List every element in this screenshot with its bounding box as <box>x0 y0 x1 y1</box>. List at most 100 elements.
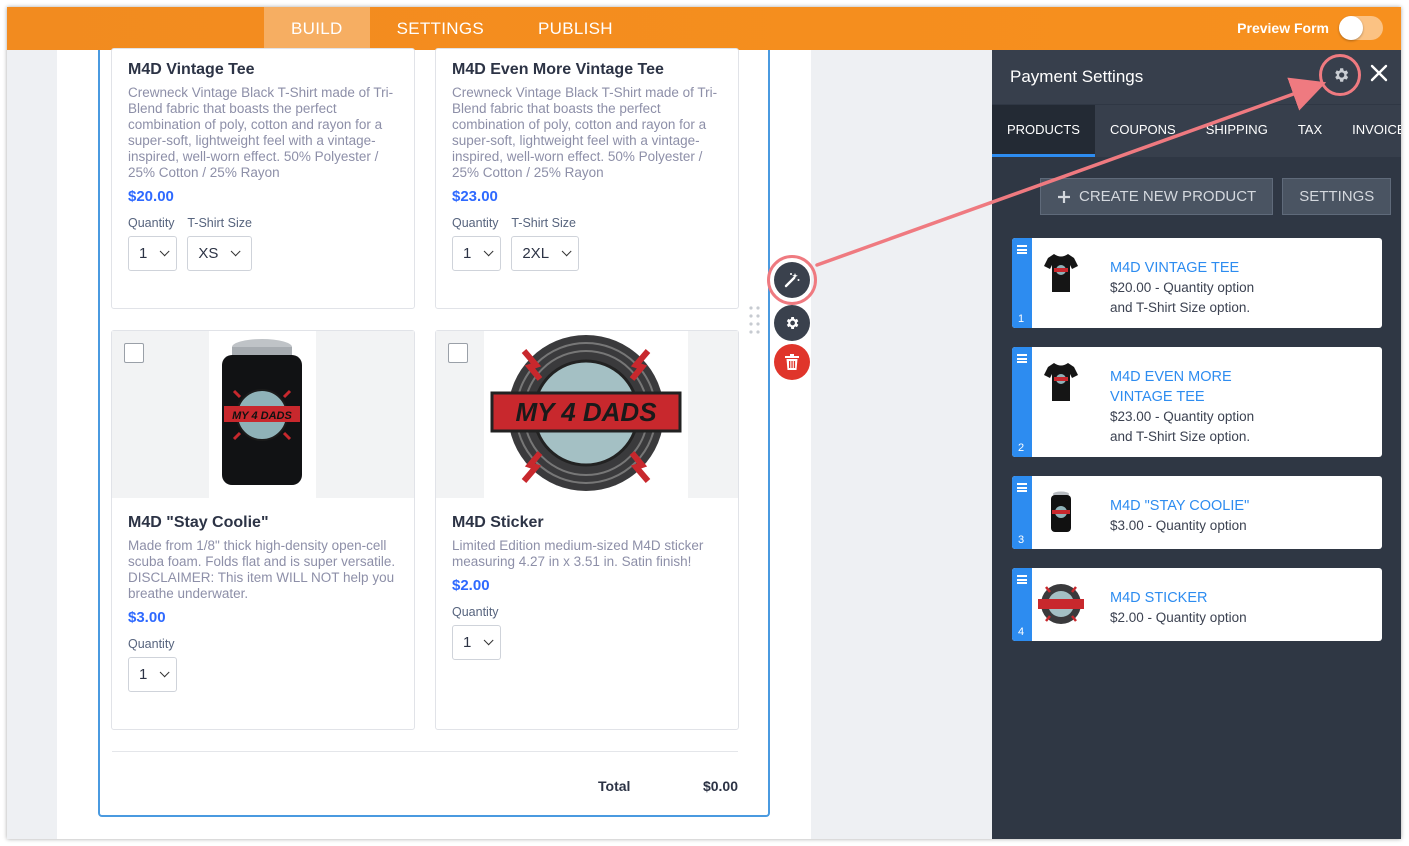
item-number: 1 <box>1018 313 1025 325</box>
quantity-label: Quantity <box>452 216 499 230</box>
preview-form-toggle[interactable] <box>1339 16 1383 40</box>
quantity-option: Quantity 1 <box>452 216 502 271</box>
product-image-area: MY 4 DADS <box>436 331 738 498</box>
list-item[interactable]: 1 M4D VINTAGE TEE $20.00 - Quantity opti… <box>1012 238 1382 328</box>
gear-icon <box>786 317 799 329</box>
settings-callout-ring <box>1319 54 1361 96</box>
panel-tabs: PRODUCTS COUPONS SHIPPING TAX INVOICE <box>992 104 1401 157</box>
list-item[interactable]: 4 M4D STICKER $2.00 - Quantity option <box>1012 568 1382 641</box>
plus-icon <box>1058 190 1070 203</box>
panel-title: Payment Settings <box>1010 67 1144 86</box>
chevron-down-icon <box>160 246 170 257</box>
koozie-icon <box>1051 491 1071 532</box>
sticker-icon <box>1038 584 1084 624</box>
chevron-down-icon <box>231 246 241 257</box>
item-desc: $3.00 - Quantity option <box>1110 518 1247 533</box>
product-card[interactable]: M4D Even More Vintage Tee Crewneck Vinta… <box>435 48 739 309</box>
drag-handle-icon[interactable]: 3 <box>1012 476 1032 549</box>
close-button[interactable] <box>1369 63 1393 87</box>
item-info: M4D EVEN MORE VINTAGE TEE $23.00 - Quant… <box>1090 347 1280 457</box>
size-value: XS <box>198 245 219 262</box>
drag-handle-icon[interactable] <box>748 305 762 335</box>
tab-settings[interactable]: SETTINGS <box>370 7 511 50</box>
product-thumb <box>1032 238 1090 328</box>
quantity-value: 1 <box>139 666 148 683</box>
chevron-down-icon <box>484 246 494 257</box>
drag-handle-icon[interactable]: 1 <box>1012 238 1032 328</box>
quantity-option: Quantity 1 <box>452 605 502 660</box>
quantity-option: Quantity 1 <box>128 216 178 271</box>
product-price: $3.00 <box>128 609 166 626</box>
wand-callout-ring <box>767 255 817 305</box>
item-name: M4D VINTAGE TEE <box>1110 260 1240 276</box>
product-description: Crewneck Vintage Black T-Shirt made of T… <box>452 85 718 180</box>
panel-actions: CREATE NEW PRODUCT SETTINGS <box>1040 178 1400 215</box>
tab-invoice[interactable]: INVOICE <box>1337 105 1401 157</box>
delete-button[interactable] <box>774 344 810 380</box>
product-options: Quantity 1 T-Shirt Size XS <box>112 216 414 271</box>
item-info: M4D STICKER $2.00 - Quantity option <box>1090 568 1257 641</box>
product-list-widget[interactable]: M4D Vintage Tee Crewneck Vintage Black T… <box>98 48 770 817</box>
product-description: Made from 1/8" thick high-density open-c… <box>128 538 396 601</box>
product-checkbox[interactable] <box>448 343 468 363</box>
drag-handle-icon[interactable]: 4 <box>1012 568 1032 641</box>
product-description: Limited Edition medium-sized M4D sticker… <box>452 538 704 569</box>
tab-coupons[interactable]: COUPONS <box>1095 105 1191 157</box>
panel-header: Payment Settings <box>992 50 1401 104</box>
tab-shipping[interactable]: SHIPPING <box>1191 105 1283 157</box>
quantity-select[interactable]: 1 <box>128 236 178 271</box>
quantity-select[interactable]: 1 <box>128 657 178 692</box>
tab-products[interactable]: PRODUCTS <box>992 105 1095 157</box>
quantity-value: 1 <box>463 634 472 651</box>
field-settings-button[interactable] <box>774 305 810 341</box>
form-canvas: M4D Vintage Tee Crewneck Vintage Black T… <box>7 48 992 839</box>
item-number: 2 <box>1018 442 1025 454</box>
tab-publish[interactable]: PUBLISH <box>511 7 640 50</box>
top-nav: BUILD SETTINGS PUBLISH <box>264 7 640 50</box>
tab-build[interactable]: BUILD <box>264 7 370 50</box>
size-select[interactable]: 2XL <box>511 236 580 271</box>
tab-tax[interactable]: TAX <box>1283 105 1337 157</box>
quantity-label: Quantity <box>128 216 175 230</box>
item-info: M4D "STAY COOLIE" $3.00 - Quantity optio… <box>1090 476 1259 549</box>
quantity-select[interactable]: 1 <box>452 236 502 271</box>
item-desc: $2.00 - Quantity option <box>1110 610 1247 625</box>
product-card[interactable]: MY 4 DADS M4D "Stay Coolie" Made from 1/… <box>111 330 415 730</box>
product-thumb <box>1032 568 1090 641</box>
create-product-button[interactable]: CREATE NEW PRODUCT <box>1040 178 1274 215</box>
koozie-logo-text: MY 4 DADS <box>232 410 292 422</box>
preview-form: Preview Form <box>1237 16 1383 40</box>
toggle-knob <box>1339 16 1363 40</box>
preview-form-label: Preview Form <box>1237 20 1329 36</box>
product-price: $23.00 <box>452 188 498 205</box>
chevron-down-icon <box>561 246 572 257</box>
trash-icon <box>785 354 799 370</box>
total-row: Total $0.00 <box>112 751 738 815</box>
product-title: M4D Even More Vintage Tee <box>452 61 664 78</box>
drag-handle-icon[interactable]: 2 <box>1012 347 1032 457</box>
product-settings-button[interactable]: SETTINGS <box>1282 178 1392 215</box>
quantity-select[interactable]: 1 <box>452 625 502 660</box>
chevron-down-icon <box>484 635 494 646</box>
quantity-value: 1 <box>463 245 472 262</box>
product-thumb <box>1032 347 1090 457</box>
item-name: M4D STICKER <box>1110 590 1208 606</box>
create-product-label: CREATE NEW PRODUCT <box>1079 188 1257 205</box>
product-thumb <box>1032 476 1090 549</box>
product-title: M4D Sticker <box>452 514 544 531</box>
product-title: M4D Vintage Tee <box>128 61 255 78</box>
product-description: Crewneck Vintage Black T-Shirt made of T… <box>128 85 394 180</box>
item-name: M4D "STAY COOLIE" <box>1110 498 1250 514</box>
size-label: T-Shirt Size <box>511 216 576 230</box>
close-icon <box>1370 64 1388 82</box>
product-checkbox[interactable] <box>124 343 144 363</box>
list-item[interactable]: 3 M4D "STAY COOLIE" $3.00 - Quantity opt… <box>1012 476 1382 549</box>
product-price: $20.00 <box>128 188 174 205</box>
list-item[interactable]: 2 M4D EVEN MORE VINTAGE TEE $23.00 - Qua… <box>1012 347 1382 457</box>
product-options: Quantity 1 T-Shirt Size 2XL <box>436 216 738 271</box>
product-card[interactable]: MY 4 DADS M4D Sticker Limited Edition me… <box>435 330 739 730</box>
payment-settings-panel: Payment Settings PRODUCTS COUPONS SHIPPI… <box>992 50 1401 839</box>
size-select[interactable]: XS <box>187 236 252 271</box>
item-number: 3 <box>1018 534 1025 546</box>
product-card[interactable]: M4D Vintage Tee Crewneck Vintage Black T… <box>111 48 415 309</box>
